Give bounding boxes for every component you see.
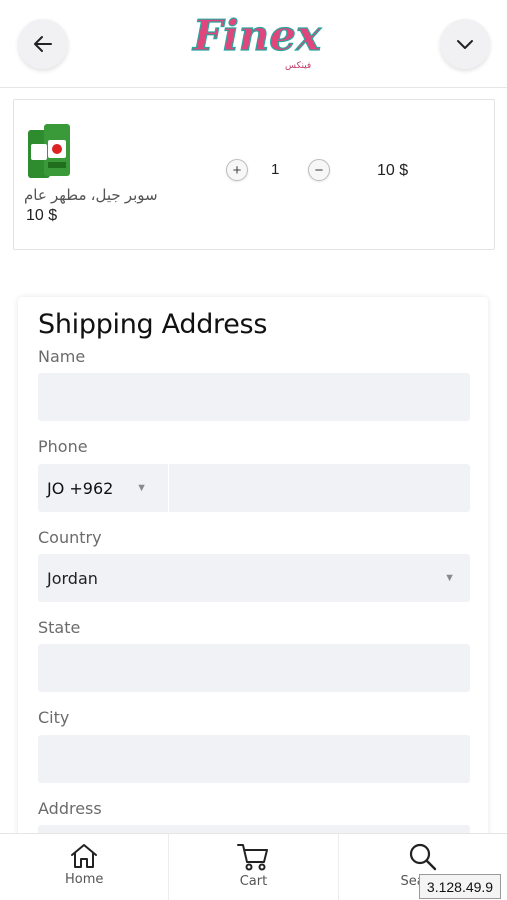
caret-down-icon: ▼ bbox=[136, 482, 147, 494]
name-field[interactable] bbox=[38, 373, 470, 421]
back-button[interactable] bbox=[18, 19, 68, 69]
nav-home-label: Home bbox=[64, 872, 104, 887]
phone-country-code-select[interactable]: JO +962 ▼ bbox=[38, 464, 168, 512]
arrow-left-icon bbox=[34, 36, 52, 52]
form-title: Shipping Address bbox=[38, 309, 268, 340]
country-value: Jordan bbox=[47, 568, 98, 588]
phone-number-input[interactable] bbox=[169, 464, 470, 512]
country-label: Country bbox=[38, 528, 102, 547]
plus-icon: + bbox=[232, 161, 242, 179]
app-header: Finex فينكس bbox=[0, 0, 507, 88]
city-label: City bbox=[38, 708, 70, 727]
quantity-increase-button[interactable]: + bbox=[226, 159, 248, 181]
shipping-address-form: Shipping Address Name Phone JO +962 ▼ Co… bbox=[18, 297, 488, 857]
address-label: Address bbox=[38, 799, 102, 818]
caret-down-icon: ▼ bbox=[444, 572, 455, 584]
cart-icon bbox=[237, 844, 269, 871]
phone-label: Phone bbox=[38, 437, 88, 456]
chevron-down-icon bbox=[457, 40, 473, 49]
country-select[interactable]: Jordan ▼ bbox=[38, 554, 470, 602]
nav-cart[interactable]: Cart bbox=[169, 834, 339, 900]
state-label: State bbox=[38, 618, 81, 637]
nav-home[interactable]: Home bbox=[0, 834, 170, 900]
city-field[interactable] bbox=[38, 735, 470, 783]
quantity-decrease-button[interactable]: − bbox=[308, 159, 330, 181]
state-field[interactable] bbox=[38, 644, 470, 692]
finex-logo: Finex فينكس bbox=[191, 10, 322, 71]
home-icon bbox=[71, 844, 98, 868]
line-total: 10 $ bbox=[377, 162, 409, 179]
cart-item-card: سوبر جيل، مطهر عام 10 $ + 1 − 10 $ bbox=[13, 99, 495, 250]
product-image[interactable] bbox=[26, 122, 74, 180]
version-badge: 3.128.49.9 bbox=[419, 874, 501, 899]
nav-cart-label: Cart bbox=[239, 874, 268, 889]
phone-code-value: JO +962 bbox=[47, 478, 114, 498]
dropdown-menu-button[interactable] bbox=[440, 19, 490, 69]
product-unit-price: 10 $ bbox=[26, 207, 58, 224]
name-label: Name bbox=[38, 347, 86, 366]
svg-text:Finex: Finex bbox=[192, 11, 322, 60]
svg-text:فينكس: فينكس bbox=[285, 61, 311, 71]
search-icon bbox=[409, 843, 437, 871]
phone-field-group: JO +962 ▼ bbox=[38, 464, 470, 512]
minus-icon: − bbox=[314, 161, 324, 179]
quantity-value: 1 bbox=[271, 161, 280, 178]
product-name: سوبر جيل، مطهر عام bbox=[24, 187, 158, 204]
